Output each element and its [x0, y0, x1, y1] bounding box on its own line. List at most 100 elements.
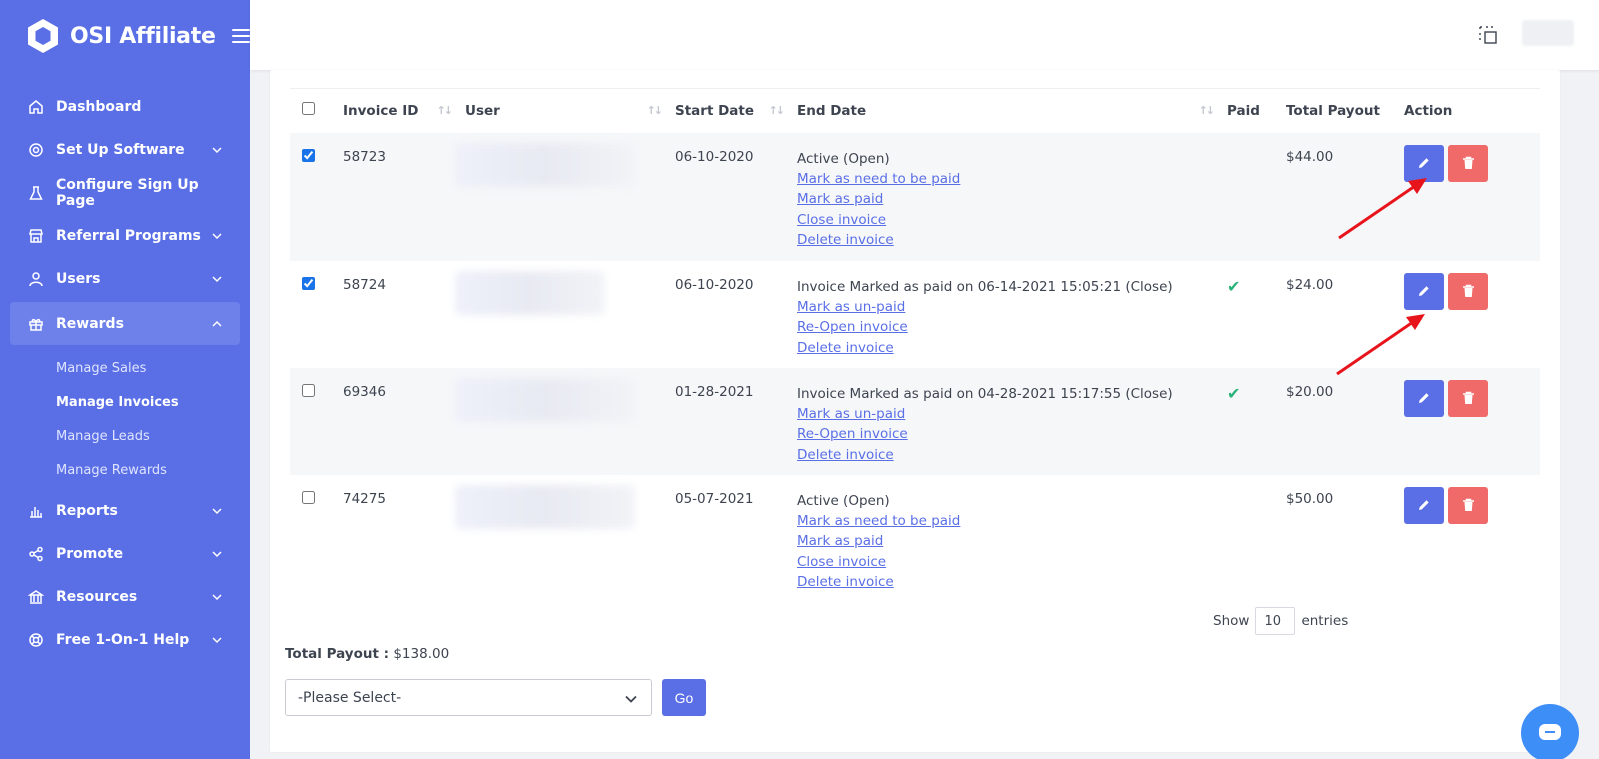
- column-user[interactable]: User ↑↓: [465, 89, 675, 133]
- go-button[interactable]: Go: [662, 679, 706, 716]
- sort-icon: ↑↓: [646, 104, 664, 117]
- home-icon: [28, 99, 44, 115]
- sidebar-item-label: Configure Sign Up Page: [56, 176, 199, 209]
- sort-icon: ↑↓: [768, 104, 786, 117]
- start-date: 06-10-2020: [675, 148, 754, 165]
- subnav-manage-sales[interactable]: Manage Sales: [0, 351, 250, 385]
- trash-icon: [1462, 498, 1474, 511]
- column-label: End Date: [797, 102, 867, 119]
- table-row: 58723 06-10-2020 Active (Open) Mark as n…: [290, 132, 1540, 261]
- reopen-invoice-link[interactable]: Re-Open invoice: [797, 424, 1227, 445]
- pencil-icon: [1419, 286, 1429, 296]
- sidebar-item-label: Set Up Software: [56, 141, 185, 158]
- sidebar-item-configure-sign-up-page[interactable]: Configure Sign Up Page: [0, 171, 240, 214]
- edit-button[interactable]: [1404, 379, 1444, 417]
- invoice-id: 58724: [343, 276, 386, 293]
- column-end-date[interactable]: End Date ↑↓: [797, 89, 1227, 133]
- mark-unpaid-link[interactable]: Mark as un-paid: [797, 404, 1227, 425]
- sidebar-item-label: Reports: [56, 502, 118, 519]
- column-total-payout: Total Payout: [1286, 89, 1404, 133]
- bulk-action-select[interactable]: -Please Select-: [285, 679, 652, 716]
- delete-invoice-link[interactable]: Delete invoice: [797, 230, 1227, 251]
- delete-button[interactable]: [1448, 486, 1488, 524]
- chevron-down-icon: [212, 636, 222, 643]
- chevron-down-icon: [212, 146, 222, 153]
- page-size-control: Show 10 entries: [1213, 607, 1348, 635]
- user-cell-redacted: [455, 484, 635, 529]
- total-payout-label: Total Payout :: [285, 646, 390, 662]
- sidebar-item-label: Users: [56, 270, 101, 287]
- close-invoice-link[interactable]: Close invoice: [797, 210, 1227, 231]
- edit-button[interactable]: [1404, 486, 1444, 524]
- sidebar-item-reports[interactable]: Reports: [0, 489, 240, 532]
- chat-icon: [1539, 724, 1561, 740]
- sidebar-nav: Dashboard Set Up Software Configure Sign…: [0, 72, 250, 661]
- delete-invoice-link[interactable]: Delete invoice: [797, 445, 1227, 466]
- subnav-manage-leads[interactable]: Manage Leads: [0, 419, 250, 453]
- column-start-date[interactable]: Start Date ↑↓: [675, 89, 797, 133]
- invoice-status: Active (Open): [797, 150, 890, 167]
- delete-button[interactable]: [1448, 272, 1488, 310]
- user-cell-redacted: [455, 142, 635, 187]
- sidebar-item-users[interactable]: Users: [0, 257, 240, 300]
- column-label: Total Payout: [1286, 102, 1380, 119]
- user-avatar[interactable]: [1522, 20, 1574, 46]
- topbar: [250, 0, 1599, 70]
- row-checkbox[interactable]: [302, 383, 315, 397]
- chevron-down-icon: [212, 507, 222, 514]
- entries-per-page-input[interactable]: 10: [1255, 607, 1296, 635]
- sidebar-item-free-help[interactable]: Free 1-On-1 Help: [0, 618, 240, 661]
- delete-invoice-link[interactable]: Delete invoice: [797, 572, 1227, 593]
- paid-cell: [1227, 475, 1286, 603]
- chat-widget-button[interactable]: [1521, 704, 1579, 759]
- close-invoice-link[interactable]: Close invoice: [797, 552, 1227, 573]
- sidebar-item-label: Dashboard: [56, 98, 142, 115]
- fullscreen-icon[interactable]: [1478, 25, 1498, 45]
- mark-need-to-be-paid-link[interactable]: Mark as need to be paid: [797, 169, 1227, 190]
- gear-icon: [28, 142, 44, 158]
- total-payout: $50.00: [1286, 490, 1334, 507]
- gift-icon: [28, 316, 44, 332]
- invoice-id: 69346: [343, 383, 386, 400]
- sidebar-item-rewards[interactable]: Rewards: [10, 302, 240, 345]
- bank-icon: [28, 589, 44, 605]
- row-checkbox[interactable]: [302, 276, 315, 290]
- select-all-checkbox[interactable]: [302, 102, 315, 116]
- mark-paid-link[interactable]: Mark as paid: [797, 531, 1227, 552]
- sidebar-item-resources[interactable]: Resources: [0, 575, 240, 618]
- delete-invoice-link[interactable]: Delete invoice: [797, 338, 1227, 359]
- total-payout: $20.00: [1286, 383, 1334, 400]
- mark-paid-link[interactable]: Mark as paid: [797, 189, 1227, 210]
- reopen-invoice-link[interactable]: Re-Open invoice: [797, 317, 1227, 338]
- bulk-action-selected: -Please Select-: [298, 689, 402, 706]
- sidebar-item-referral-programs[interactable]: Referral Programs: [0, 214, 240, 257]
- invoice-status: Active (Open): [797, 492, 890, 509]
- sidebar-item-label: Promote: [56, 545, 124, 562]
- flask-icon: [28, 185, 44, 201]
- user-icon: [28, 271, 44, 287]
- chevron-down-icon: [212, 232, 222, 239]
- start-date: 05-07-2021: [675, 490, 754, 507]
- hamburger-menu-icon[interactable]: [231, 29, 250, 43]
- sidebar-item-dashboard[interactable]: Dashboard: [0, 85, 240, 128]
- mark-unpaid-link[interactable]: Mark as un-paid: [797, 297, 1227, 318]
- delete-button[interactable]: [1448, 144, 1488, 182]
- column-label: Invoice ID: [343, 102, 419, 119]
- sidebar-item-set-up-software[interactable]: Set Up Software: [0, 128, 240, 171]
- column-label: Paid: [1227, 102, 1260, 119]
- share-icon: [28, 546, 44, 562]
- chevron-down-icon: [212, 550, 222, 557]
- edit-button[interactable]: [1404, 144, 1444, 182]
- delete-button[interactable]: [1448, 379, 1488, 417]
- sidebar-item-promote[interactable]: Promote: [0, 532, 240, 575]
- subnav-manage-invoices[interactable]: Manage Invoices: [0, 385, 250, 419]
- edit-button[interactable]: [1404, 272, 1444, 310]
- column-invoice-id[interactable]: Invoice ID ↑↓: [343, 89, 465, 133]
- subnav-manage-rewards[interactable]: Manage Rewards: [0, 453, 250, 487]
- table-header-row: Invoice ID ↑↓ User ↑↓ Start Date ↑↓ End Dat…: [290, 88, 1540, 133]
- row-checkbox[interactable]: [302, 490, 315, 504]
- pencil-icon: [1419, 393, 1429, 403]
- column-action: Action: [1404, 89, 1540, 133]
- mark-need-to-be-paid-link[interactable]: Mark as need to be paid: [797, 511, 1227, 532]
- row-checkbox[interactable]: [302, 148, 315, 162]
